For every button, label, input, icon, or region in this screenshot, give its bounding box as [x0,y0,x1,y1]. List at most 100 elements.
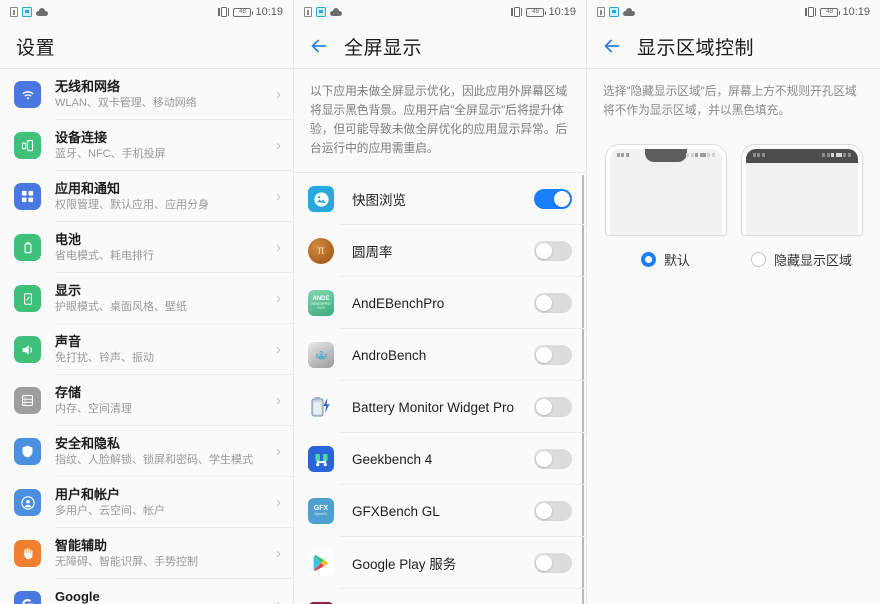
back-arrow-icon[interactable] [599,33,625,59]
wifi-icon [14,81,41,108]
storage-icon [14,387,41,414]
andebenchpro-icon: ANDE BENCHPRO 2015 [308,290,334,316]
app-toggle[interactable] [534,449,572,469]
battery-icon: 48 [820,7,841,17]
list-item[interactable]: 快图浏览 [294,173,586,225]
app-toggle[interactable] [534,241,572,261]
preview-status-right [686,153,715,157]
app-toggle[interactable] [534,397,572,417]
settings-title-bar: 设置 [0,24,293,68]
hidden-notch-preview[interactable] [740,144,863,236]
sidebar-item-wireless-network[interactable]: 无线和网络 WLAN、双卡管理、移动网络 › [0,69,293,120]
chevron-right-icon: › [276,494,281,511]
list-item[interactable]: Battery Monitor Widget Pro [294,381,586,433]
chevron-right-icon: › [276,341,281,358]
list-item[interactable]: AndroBench [294,329,586,381]
sidebar-item-text: 应用和通知 权限管理、默认应用、应用分身 [55,181,272,213]
sidebar-item-text: Google 管理 Google 服务 [55,589,272,604]
sidebar-item-google[interactable]: Google 管理 Google 服务 › [0,579,293,604]
google-play-icon [308,550,334,576]
chevron-right-icon: › [272,596,281,604]
battery-icon [14,234,41,261]
fullscreen-title-bar: 全屏显示 [294,24,586,68]
sidebar-item-text: 智能辅助 无障碍、智能识屏、手势控制 [55,538,272,570]
sim-card-icon [304,7,312,17]
app-toggle[interactable] [534,553,572,573]
status-bar-left-icons [597,7,635,17]
status-bar-3: 48 10:19 [587,0,880,24]
sidebar-item-text: 电池 省电模式、耗电排行 [55,232,272,264]
sidebar-item-subtitle: 指纹、人脸解锁、锁屏和密码、学生模式 [55,453,253,466]
androbench-icon [308,342,334,368]
sidebar-item-title: 智能辅助 [55,537,108,553]
app-name: AndroBench [352,347,427,363]
app-toggle[interactable] [534,293,572,313]
sidebar-item-title: 设备连接 [55,129,108,145]
app-name: Battery Monitor Widget Pro [352,399,515,415]
status-bar-time: 10:19 [548,6,576,18]
sidebar-item-smart-assistance[interactable]: 智能辅助 无障碍、智能识屏、手势控制 › [0,528,293,579]
chevron-right-icon: › [276,290,281,307]
status-bar-right-icons: 48 10:19 [218,6,283,18]
radio-button[interactable] [750,252,766,267]
sidebar-item-subtitle: 蓝牙、NFC、手机投屏 [55,147,166,160]
app-name: AndEBenchPro [352,295,445,311]
sidebar-item-text: 显示 护眼模式、桌面风格、壁纸 [55,283,272,315]
sidebar-item-storage[interactable]: 存储 内存、空间清理 › [0,375,293,426]
app-toggle[interactable] [534,189,572,209]
sidebar-item-title: 无线和网络 [55,78,121,94]
sound-icon [14,336,41,363]
page-title: 全屏显示 [344,37,423,59]
display-area-control-screen: 48 10:19 显示区域控制 选择"隐藏显示区域"后，屏幕上方不规则开孔区域将… [586,0,880,604]
radio-label: 隐藏显示区域 [773,253,852,268]
hand-icon [14,540,41,567]
radio-button[interactable] [640,252,656,267]
battery-level-text: 48 [826,7,833,15]
sidebar-item-display[interactable]: 显示 护眼模式、桌面风格、壁纸 › [0,273,293,324]
sidebar-item-subtitle: 护眼模式、桌面风格、壁纸 [55,300,187,313]
list-item[interactable]: Google Play 服务 [294,537,586,589]
chevron-right-icon: › [276,188,281,205]
list-item[interactable]: Geekbench 4 [294,433,586,485]
user-account-icon [14,489,41,516]
app-name: GFXBench GL [352,503,440,519]
notch-shape [644,149,687,162]
radio-option-default[interactable]: 默认 [605,250,727,269]
chevron-right-icon: › [276,392,281,409]
list-item[interactable]: ANDE BENCHPRO 2015 AndEBenchPro [294,277,586,329]
radio-option-hide-display-area[interactable]: 隐藏显示区域 [741,250,863,269]
shield-icon [14,438,41,465]
status-bar-left-icons [10,7,48,17]
sidebar-item-subtitle: 多用户、云空间、帐户 [55,504,165,517]
app-list: 快图浏览 π 圆周率 ANDE BENCHPRO 2015 AndEBenchP… [294,173,586,604]
status-bar-time: 10:19 [255,6,283,18]
sidebar-item-apps-notifications[interactable]: 应用和通知 权限管理、默认应用、应用分身 › [0,171,293,222]
screenshot-root: 48 10:19 设置 无线和网络 WLAN、双卡管理、移动网络 › 设备连接 … [0,0,880,604]
sidebar-item-users-accounts[interactable]: 用户和帐户 多用户、云空间、帐户 › [0,477,293,528]
status-bar-1: 48 10:19 [0,0,293,24]
battery-level-text: 48 [239,7,246,15]
list-item[interactable]: GFX OpenGL GFXBench GL [294,485,586,537]
app-toggle[interactable] [534,345,572,365]
back-arrow-icon[interactable] [306,33,332,59]
list-item[interactable]: NBA 2K15 [294,589,586,604]
sidebar-item-text: 用户和帐户 多用户、云空间、帐户 [55,487,272,519]
app-name: 快图浏览 [352,193,406,208]
cloud-icon [330,8,342,16]
apps-grid-icon [14,183,41,210]
list-item[interactable]: π 圆周率 [294,225,586,277]
sidebar-item-text: 安全和隐私 指纹、人脸解锁、锁屏和密码、学生模式 [55,436,272,468]
sidebar-item-title: Google [55,588,100,604]
sidebar-item-sound[interactable]: 声音 免打扰、铃声、振动 › [0,324,293,375]
sidebar-item-battery[interactable]: 电池 省电模式、耗电排行 › [0,222,293,273]
sidebar-item-title: 安全和隐私 [55,435,121,451]
sidebar-item-security-privacy[interactable]: 安全和隐私 指纹、人脸解锁、锁屏和密码、学生模式 › [0,426,293,477]
sidebar-item-text: 设备连接 蓝牙、NFC、手机投屏 [55,130,272,162]
sidebar-item-device-connect[interactable]: 设备连接 蓝牙、NFC、手机投屏 › [0,120,293,171]
app-toggle[interactable] [534,501,572,521]
preview-row [587,134,880,236]
status-bar-time: 10:19 [842,6,870,18]
google-icon [14,591,41,604]
sidebar-item-text: 存储 内存、空间清理 [55,385,272,417]
notch-preview[interactable] [604,144,727,236]
